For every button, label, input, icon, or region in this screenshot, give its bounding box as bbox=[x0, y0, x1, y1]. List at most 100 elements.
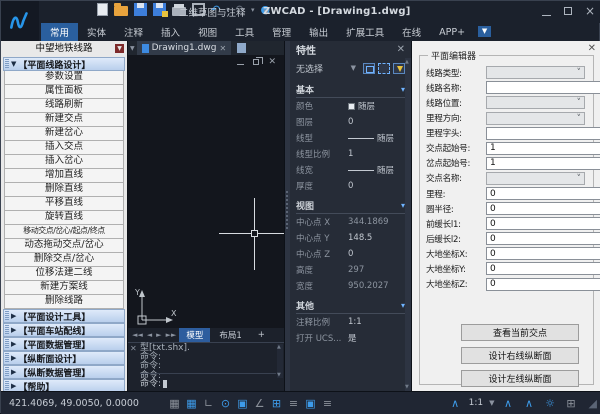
btn-delete-route[interactable]: 删除线路 bbox=[4, 295, 124, 309]
prop-center-z[interactable]: 中心点 Z0 bbox=[296, 246, 405, 262]
command-close-icon[interactable]: ✕ bbox=[130, 344, 137, 353]
selection-dropdown-icon[interactable]: ▼ bbox=[351, 64, 356, 72]
prop-width[interactable]: 宽度950.2027 bbox=[296, 278, 405, 294]
doc-restore-button[interactable] bbox=[253, 59, 259, 65]
btn-add-line[interactable]: 增加直线 bbox=[4, 169, 124, 183]
minimize-button[interactable] bbox=[542, 15, 551, 16]
btn-insert-switch-center[interactable]: 插入岔心 bbox=[4, 155, 124, 169]
tab-manage[interactable]: 管理 bbox=[263, 23, 300, 41]
first-layout-icon[interactable]: ◄◄ bbox=[131, 331, 144, 339]
btn-new-intersection[interactable]: 新建交点 bbox=[4, 113, 124, 127]
next-layout-icon[interactable]: ► bbox=[155, 331, 162, 339]
section-basic[interactable]: 基本▾ bbox=[296, 82, 405, 98]
ortho-icon[interactable]: ∟ bbox=[201, 396, 216, 411]
design-right-profile-button[interactable]: 设计右线纵断面 bbox=[461, 347, 579, 364]
btn-translate-line[interactable]: 平移直线 bbox=[4, 197, 124, 211]
tab-app-plus[interactable]: APP+ bbox=[430, 23, 474, 41]
back-transition-input[interactable] bbox=[486, 232, 600, 245]
geo-x-input[interactable] bbox=[486, 247, 600, 260]
mileage-input[interactable] bbox=[486, 187, 600, 200]
line-name-input[interactable] bbox=[486, 81, 600, 94]
circle-radius-input[interactable] bbox=[486, 202, 600, 215]
model-tab[interactable]: 模型 bbox=[179, 328, 210, 342]
btn-drag-points[interactable]: 动态拖动交点/岔心 bbox=[4, 239, 124, 253]
dynamic-input-icon[interactable]: ⊞ bbox=[269, 396, 284, 411]
btn-move-points[interactable]: 移动交点/岔心/起点/终点 bbox=[4, 225, 124, 239]
command-input[interactable]: 命令: bbox=[140, 373, 276, 389]
group-profile-data[interactable]: ▶【纵断数据管理】 bbox=[3, 365, 125, 379]
tab-overflow-icon[interactable]: ▼ bbox=[128, 45, 137, 52]
section-other[interactable]: 其他▾ bbox=[296, 298, 405, 314]
isolate-icon[interactable]: ▣ bbox=[303, 396, 318, 411]
btn-insert-intersection[interactable]: 插入交点 bbox=[4, 141, 124, 155]
customize-icon[interactable]: ≡ bbox=[320, 396, 335, 411]
prop-annotation-scale[interactable]: 注释比例1:1 bbox=[296, 314, 405, 330]
prev-layout-icon[interactable]: ◄ bbox=[146, 331, 153, 339]
prop-center-x[interactable]: 中心点 X344.1869 bbox=[296, 214, 405, 230]
otrack-icon[interactable]: ∠ bbox=[252, 396, 267, 411]
tab-annotate[interactable]: 注释 bbox=[115, 23, 152, 41]
palette-menu-icon[interactable]: ▼ bbox=[115, 44, 124, 53]
quick-select-icon[interactable] bbox=[393, 63, 405, 74]
tab-online[interactable]: 在线 bbox=[393, 23, 430, 41]
group-plane-design-tools[interactable]: ▶【平面设计工具】 bbox=[3, 309, 125, 323]
prop-color[interactable]: 颜色随层 bbox=[296, 98, 405, 114]
prop-height[interactable]: 高度297 bbox=[296, 262, 405, 278]
last-layout-icon[interactable]: ►► bbox=[165, 331, 178, 339]
btn-property-panel[interactable]: 属性面板 bbox=[4, 85, 124, 99]
lineweight-icon[interactable]: ≡ bbox=[286, 396, 301, 411]
tab-home[interactable]: 常用 bbox=[41, 23, 78, 41]
selection-dropdown[interactable]: 无选择 bbox=[296, 62, 323, 75]
auto-annotate-icon[interactable]: ∧ bbox=[522, 396, 537, 411]
annotation-scale-icon[interactable]: ∧ bbox=[448, 396, 463, 411]
tab-solid[interactable]: 实体 bbox=[78, 23, 115, 41]
section-view[interactable]: 视图▾ bbox=[296, 198, 405, 214]
tab-insert[interactable]: 插入 bbox=[152, 23, 189, 41]
mileage-direction-select[interactable] bbox=[486, 112, 585, 125]
add-layout-button[interactable]: + bbox=[251, 329, 272, 341]
btn-rotate-line[interactable]: 旋转直线 bbox=[4, 211, 124, 225]
group-plane-data[interactable]: ▶【平面数据管理】 bbox=[3, 337, 125, 351]
new-file-icon[interactable] bbox=[97, 3, 108, 16]
resize-grip-icon[interactable]: ◢ bbox=[589, 397, 597, 410]
annotation-scale-value[interactable]: 1:1 bbox=[469, 398, 483, 408]
tab-close-icon[interactable]: ✕ bbox=[219, 44, 226, 53]
prop-ucs[interactable]: 打开 UCS...是 bbox=[296, 330, 405, 346]
view-current-ip-button[interactable]: 查看当前交点 bbox=[461, 324, 579, 341]
command-window[interactable]: ✕ 型[txt.shx]. 命令: 命令: 命令: 命令: bbox=[128, 342, 284, 391]
geo-z-input[interactable] bbox=[486, 278, 600, 291]
open-file-icon[interactable] bbox=[114, 6, 128, 16]
drawing-tab[interactable]: Drawing1.dwg ✕ bbox=[137, 41, 232, 55]
btn-line-refresh[interactable]: 线路刷新 bbox=[4, 99, 124, 113]
design-left-profile-button[interactable]: 设计左线纵断面 bbox=[461, 370, 579, 387]
mileage-prefix-input[interactable] bbox=[486, 127, 600, 140]
polar-icon[interactable]: ⊙ bbox=[218, 396, 233, 411]
prop-linetype-scale[interactable]: 线型比例1 bbox=[296, 146, 405, 162]
group-profile-design[interactable]: ▶【纵断面设计】 bbox=[3, 351, 125, 365]
layout1-tab[interactable]: 布局1 bbox=[212, 328, 248, 342]
prop-layer[interactable]: 图层0 bbox=[296, 114, 405, 130]
line-position-select[interactable] bbox=[486, 96, 585, 109]
annotation-visibility-icon[interactable]: ∧ bbox=[501, 396, 516, 411]
maximize-button[interactable] bbox=[564, 7, 572, 15]
btn-new-scheme-line[interactable]: 新建方案线 bbox=[4, 281, 124, 295]
ip-name-select[interactable] bbox=[486, 172, 585, 185]
workspace-switcher[interactable]: 二维草图与注释 ▼ bbox=[179, 5, 269, 19]
new-drawing-icon[interactable] bbox=[237, 43, 246, 53]
group-station-track[interactable]: ▶【平面车站配线】 bbox=[3, 323, 125, 337]
front-transition-input[interactable] bbox=[486, 217, 600, 230]
tab-express-tools[interactable]: 扩展工具 bbox=[337, 23, 393, 41]
select-objects-icon[interactable] bbox=[378, 63, 390, 74]
prop-linetype[interactable]: 线型随层 bbox=[296, 130, 405, 146]
prop-thickness[interactable]: 厚度0 bbox=[296, 178, 405, 194]
pickadd-toggle-icon[interactable] bbox=[363, 63, 375, 74]
scale-dropdown-icon[interactable]: ▼ bbox=[489, 399, 494, 407]
properties-close-icon[interactable]: ✕ bbox=[397, 44, 405, 55]
tab-view[interactable]: 视图 bbox=[189, 23, 226, 41]
settings-gear-icon[interactable]: ☼ bbox=[543, 396, 558, 411]
doc-close-button[interactable]: ✕ bbox=[268, 57, 276, 67]
btn-delete-line[interactable]: 删除直线 bbox=[4, 183, 124, 197]
switch-start-number-input[interactable] bbox=[486, 157, 600, 170]
btn-delete-points[interactable]: 删除交点/岔心 bbox=[4, 253, 124, 267]
snap-icon[interactable]: ▦ bbox=[184, 396, 199, 411]
